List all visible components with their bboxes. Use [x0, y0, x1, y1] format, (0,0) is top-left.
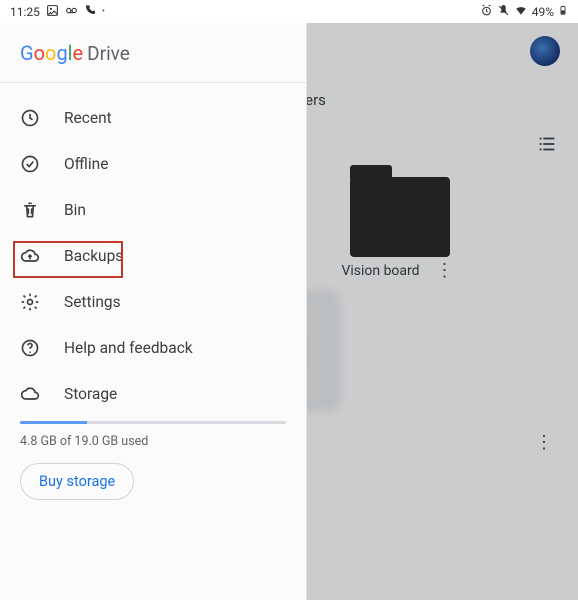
- logo-suffix: Drive: [87, 42, 130, 65]
- dot-icon: •: [102, 7, 105, 17]
- google-drive-logo: Google Drive: [20, 41, 130, 65]
- wifi-icon: [514, 3, 528, 20]
- vibrate-icon: [497, 4, 510, 20]
- storage-progress: [20, 421, 286, 424]
- cloud-up-icon: [20, 246, 40, 266]
- menu-label: Offline: [64, 155, 108, 173]
- menu-bin[interactable]: Bin: [0, 187, 306, 233]
- gear-icon: [20, 292, 40, 312]
- menu-backups[interactable]: Backups: [0, 233, 306, 279]
- buy-storage-button[interactable]: Buy storage: [20, 463, 134, 500]
- drawer-menu: Recent Offline Bin Backups Settings Help…: [0, 83, 306, 600]
- status-right: 49%: [480, 3, 568, 20]
- menu-help[interactable]: Help and feedback: [0, 325, 306, 371]
- storage-block: 4.8 GB of 19.0 GB used Buy storage: [0, 421, 306, 500]
- battery-text: 49%: [532, 5, 554, 19]
- offline-icon: [20, 154, 40, 174]
- alarm-icon: [480, 4, 493, 20]
- storage-text: 4.8 GB of 19.0 GB used: [20, 434, 286, 449]
- menu-label: Storage: [64, 385, 117, 403]
- status-time: 11:25: [10, 5, 40, 19]
- help-icon: [20, 338, 40, 358]
- menu-offline[interactable]: Offline: [0, 141, 306, 187]
- trash-icon: [20, 200, 40, 220]
- status-bar: 11:25 • 49%: [0, 0, 578, 23]
- nav-drawer: Google Drive Recent Offline Bin Backups …: [0, 23, 307, 600]
- phone-icon: [84, 4, 96, 19]
- menu-recent[interactable]: Recent: [0, 95, 306, 141]
- menu-label: Backups: [64, 247, 123, 265]
- clock-icon: [20, 108, 40, 128]
- menu-label: Help and feedback: [64, 339, 193, 357]
- menu-storage[interactable]: Storage: [0, 371, 306, 417]
- picture-icon: [46, 4, 59, 20]
- battery-icon: [558, 3, 568, 20]
- voicemail-icon: [65, 4, 78, 20]
- cloud-icon: [20, 384, 40, 404]
- menu-label: Bin: [64, 201, 86, 219]
- menu-settings[interactable]: Settings: [0, 279, 306, 325]
- storage-progress-fill: [20, 421, 87, 424]
- menu-label: Recent: [64, 109, 112, 127]
- menu-label: Settings: [64, 293, 121, 311]
- status-left: 11:25 •: [10, 4, 105, 20]
- drawer-header: Google Drive: [0, 23, 306, 83]
